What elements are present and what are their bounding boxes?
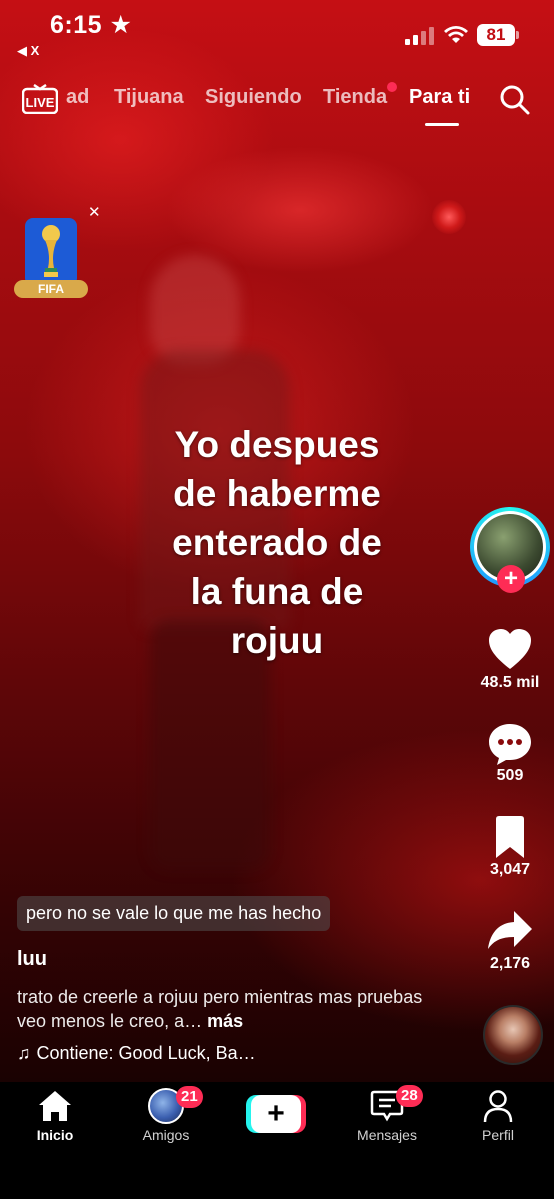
- nav-perfil[interactable]: Perfil: [453, 1127, 543, 1143]
- tab-tienda[interactable]: Tienda: [323, 86, 387, 109]
- battery-nub: [516, 31, 519, 39]
- post-description[interactable]: trato de creerle a rojuu pero mientras m…: [17, 985, 437, 1033]
- wifi-icon: [444, 26, 468, 43]
- lyric-caption: pero no se vale lo que me has hecho: [17, 896, 331, 931]
- music-note-icon: ♫: [17, 1043, 31, 1063]
- nav-inicio[interactable]: Inicio: [10, 1127, 100, 1143]
- status-bar: 6:15 ★ 81 ◀ X: [0, 0, 554, 58]
- comment-count: 509: [496, 767, 524, 784]
- profile-icon[interactable]: [453, 1088, 543, 1124]
- nav-mensajes[interactable]: Mensajes: [342, 1127, 432, 1143]
- status-time: 6:15 ★: [50, 11, 133, 39]
- plus-icon: +: [251, 1095, 301, 1133]
- like-count: 48.5 mil: [480, 674, 540, 691]
- tab-tijuana[interactable]: Tijuana: [114, 86, 184, 109]
- music-info[interactable]: ♫ Contiene: Good Luck, Ba…: [17, 1043, 256, 1064]
- bookmark-icon[interactable]: [470, 815, 550, 859]
- friends-badge: 21: [176, 1086, 203, 1108]
- live-label: LIVE: [26, 95, 55, 110]
- share-icon[interactable]: [470, 908, 550, 952]
- stage-light: [432, 200, 466, 234]
- close-icon[interactable]: ✕: [88, 203, 101, 221]
- tab-ad[interactable]: ad: [66, 86, 89, 109]
- music-label: Contiene: Good Luck, Ba…: [36, 1043, 256, 1063]
- cellular-signal-icon: [405, 27, 435, 45]
- tab-para-ti[interactable]: Para ti: [409, 86, 470, 109]
- home-icon[interactable]: [10, 1088, 100, 1124]
- more-link[interactable]: más: [207, 1011, 243, 1031]
- tab-siguiendo[interactable]: Siguiendo: [205, 86, 302, 109]
- follow-button[interactable]: +: [497, 565, 525, 593]
- comment-icon[interactable]: [470, 722, 550, 766]
- back-to-app-link[interactable]: ◀ X: [17, 43, 39, 59]
- create-button[interactable]: +: [246, 1095, 306, 1133]
- fifa-sticker[interactable]: FIFA: [12, 214, 94, 302]
- battery-indicator: 81: [477, 24, 515, 46]
- username[interactable]: luu: [17, 948, 47, 971]
- live-icon[interactable]: LIVE: [22, 84, 58, 114]
- trophy-icon: [42, 225, 60, 277]
- messages-badge: 28: [396, 1085, 423, 1107]
- performer-head: [150, 255, 240, 365]
- nav-amigos[interactable]: Amigos: [121, 1127, 211, 1143]
- search-icon[interactable]: [499, 84, 531, 116]
- share-count: 2,176: [489, 955, 531, 972]
- fifa-label: FIFA: [14, 280, 88, 298]
- video-overlay-text: Yo despues de haberme enterado de la fun…: [172, 424, 382, 661]
- tienda-notification-dot: [387, 82, 397, 92]
- star-icon: ★: [109, 11, 133, 39]
- save-count: 3,047: [489, 861, 531, 878]
- heart-icon[interactable]: [470, 627, 550, 671]
- music-disc[interactable]: [483, 1005, 543, 1065]
- active-tab-indicator: [425, 123, 459, 126]
